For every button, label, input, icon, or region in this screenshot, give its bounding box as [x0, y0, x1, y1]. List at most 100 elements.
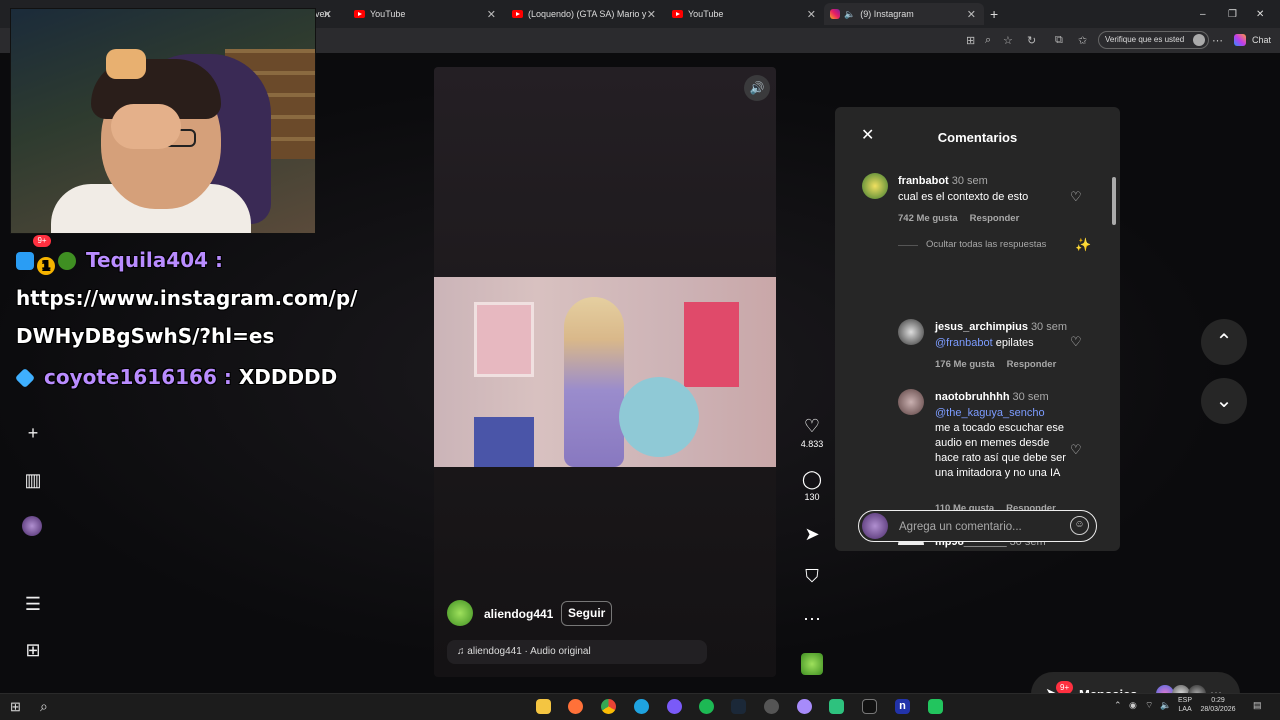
heart-icon[interactable]: ♡	[800, 415, 824, 437]
reply-body: me a tocado escuchar ese audio en memes …	[935, 422, 1066, 479]
comment-author[interactable]: franbabot 30 sem	[898, 175, 988, 187]
speaker-icon[interactable]: 🔈	[844, 9, 855, 20]
search-icon[interactable]: ⌕	[40, 698, 48, 715]
reply-avatar[interactable]	[898, 389, 924, 415]
share-action[interactable]: ➤	[800, 523, 824, 545]
comment-likes[interactable]: 742 Me gusta	[898, 213, 958, 224]
insights-icon[interactable]: ▥	[22, 469, 44, 491]
comment-like-heart-icon[interactable]: ♡	[1070, 442, 1082, 458]
volume-icon[interactable]: 🔊	[744, 75, 770, 101]
like-action[interactable]: ♡ 4.833	[800, 415, 824, 449]
follow-button[interactable]: Seguir	[561, 601, 613, 626]
verify-profile-button[interactable]: Verifique que es usted	[1098, 31, 1210, 49]
close-tab-icon[interactable]: ✕	[647, 8, 656, 21]
close-tab-icon[interactable]: ✕	[487, 8, 496, 21]
close-tab-icon[interactable]: ✕	[807, 8, 816, 21]
tab-title: (Loquendo) (GTA SA) Mario y Luigi	[528, 9, 648, 19]
tab-youtube-3[interactable]: YouTube ✕	[664, 3, 824, 25]
comment-avatar[interactable]	[862, 173, 888, 199]
kick-icon[interactable]	[928, 699, 943, 714]
comment-like-heart-icon[interactable]: ♡	[1070, 189, 1082, 205]
reply-author[interactable]: jesus_archimpius 30 sem	[935, 321, 1067, 333]
mention-link[interactable]: @the_kaguya_sencho	[935, 407, 1045, 419]
comment-username[interactable]: naotobruhhhh	[935, 391, 1010, 403]
language-indicator[interactable]: ESP LAA	[1178, 696, 1192, 714]
comment-like-heart-icon[interactable]: ♡	[1070, 334, 1082, 350]
chat-message: XDDDDD	[238, 365, 338, 389]
comment-username[interactable]: franbabot	[898, 175, 949, 187]
tab-instagram[interactable]: 🔈 (9) Instagram ✕	[824, 3, 984, 25]
app-icon[interactable]	[797, 699, 812, 714]
author-avatar[interactable]	[447, 600, 473, 626]
previous-reel-button[interactable]: ⌃	[1201, 319, 1247, 365]
new-tab-button[interactable]: +	[990, 3, 1004, 25]
copilot-chat-label[interactable]: Chat	[1252, 35, 1271, 45]
spotify-icon[interactable]	[699, 699, 714, 714]
more-options-icon[interactable]: ⋯	[800, 608, 824, 630]
refresh-icon[interactable]: ↻	[1027, 34, 1036, 47]
stream-chat-line: DWHyDBgSwhS/?hl=es	[16, 324, 275, 348]
steam-icon[interactable]	[731, 699, 746, 714]
reel-container[interactable]: 🔊 aliendog441 Seguir ♫ aliendog441 · Aud…	[434, 67, 776, 677]
zoom-icon[interactable]: ⌕	[985, 34, 991, 47]
close-window-button[interactable]: ✕	[1256, 3, 1264, 25]
streamer-webcam	[10, 8, 316, 234]
maximize-button[interactable]: ❐	[1228, 3, 1237, 25]
copilot-icon[interactable]	[1234, 34, 1246, 46]
emoji-icon[interactable]: ☺	[1070, 516, 1089, 535]
windows-start-icon[interactable]: ⊞	[10, 699, 21, 715]
taskbar-clock[interactable]: 0:29 28/03/2026	[1200, 696, 1236, 714]
comment-icon[interactable]: ◯	[800, 468, 824, 490]
reply-avatar[interactable]	[898, 319, 924, 345]
tab-youtube-1[interactable]: YouTube ✕	[346, 3, 504, 25]
extensions-icon[interactable]: ⧉	[1055, 34, 1063, 47]
author-name[interactable]: aliendog441	[484, 607, 553, 621]
next-reel-button[interactable]: ⌄	[1201, 378, 1247, 424]
favorites-icon[interactable]: ✩	[1078, 34, 1087, 47]
audio-thumbnail[interactable]	[801, 653, 823, 675]
comment-likes[interactable]: 176 Me gusta	[935, 359, 995, 370]
minimize-button[interactable]: –	[1200, 3, 1206, 25]
favorite-star-icon[interactable]: ☆	[1003, 34, 1013, 47]
hide-replies-button[interactable]: Ocultar todas las respuestas	[898, 239, 1046, 250]
music-note-icon: ♫	[457, 646, 468, 657]
app-n-icon[interactable]: n	[895, 699, 910, 714]
tray-chevron-icon[interactable]: ⌃	[1114, 700, 1122, 711]
comment-action[interactable]: ◯ 130	[800, 468, 824, 502]
comment-placeholder[interactable]: Agrega un comentario...	[899, 521, 1022, 533]
tray-app-icon[interactable]: ◉	[1129, 700, 1137, 711]
menu-icon[interactable]: ☰	[22, 593, 44, 615]
file-explorer-icon[interactable]	[536, 699, 551, 714]
volume-tray-icon[interactable]: 🔈	[1160, 700, 1171, 711]
save-action[interactable]: ⛉	[800, 565, 824, 587]
chrome-icon[interactable]	[601, 699, 616, 714]
reply-author[interactable]: naotobruhhhh 30 sem	[935, 391, 1049, 403]
chat-separator: :	[208, 248, 223, 272]
more-menu-icon[interactable]: ⋯	[1212, 34, 1223, 47]
comment-username[interactable]: jesus_archimpius	[935, 321, 1028, 333]
profile-avatar[interactable]	[22, 516, 42, 536]
audio-pill[interactable]: ♫ aliendog441 · Audio original	[447, 640, 707, 664]
play-icon[interactable]	[829, 699, 844, 714]
tab-youtube-2[interactable]: (Loquendo) (GTA SA) Mario y Luigi ✕	[504, 3, 664, 25]
plus-icon[interactable]: +	[22, 422, 44, 444]
edge-icon[interactable]	[634, 699, 649, 714]
mention-link[interactable]: @franbabot	[935, 337, 993, 349]
more-action[interactable]: ⋯	[800, 608, 824, 630]
scrollbar-thumb[interactable]	[1112, 177, 1116, 225]
firefox-icon[interactable]	[568, 699, 583, 714]
messenger-app-icon[interactable]	[667, 699, 682, 714]
more-apps-icon[interactable]: ⊞	[22, 639, 44, 661]
obs-icon[interactable]	[764, 699, 779, 714]
app-available-icon[interactable]: ⊞	[966, 34, 975, 47]
close-tab-icon[interactable]: ✕	[323, 8, 332, 21]
reply-button[interactable]: Responder	[970, 213, 1020, 224]
send-icon[interactable]: ➤	[800, 523, 824, 545]
notification-center-icon[interactable]: ▤	[1253, 700, 1262, 711]
bookmark-icon[interactable]: ⛉	[800, 565, 824, 587]
wifi-icon[interactable]: ⌔	[1145, 700, 1153, 711]
reply-button[interactable]: Responder	[1007, 359, 1057, 370]
terminal-icon[interactable]	[862, 699, 877, 714]
close-tab-icon[interactable]: ✕	[967, 8, 976, 21]
reel-video[interactable]	[434, 277, 776, 467]
